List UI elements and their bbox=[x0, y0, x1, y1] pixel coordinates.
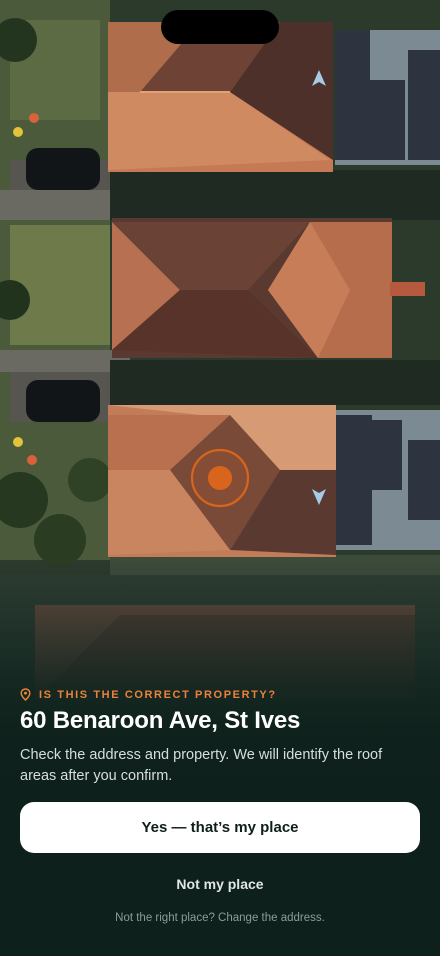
question-eyebrow: IS THIS THE CORRECT PROPERTY? bbox=[20, 688, 277, 701]
change-address-link[interactable]: Not the right place? Change the address. bbox=[60, 912, 380, 924]
not-my-place-button[interactable]: Not my place bbox=[120, 872, 320, 896]
confirmation-description: Check the address and property. We will … bbox=[20, 747, 383, 784]
location-pin-icon bbox=[20, 688, 31, 701]
property-location-marker bbox=[190, 448, 250, 508]
address-title: 60 Benaroon Ave, St Ives bbox=[20, 707, 301, 734]
camera-notch bbox=[161, 10, 279, 44]
eyebrow-label: IS THIS THE CORRECT PROPERTY? bbox=[39, 688, 277, 701]
confirm-property-button[interactable]: Yes — that’s my place bbox=[20, 802, 420, 853]
